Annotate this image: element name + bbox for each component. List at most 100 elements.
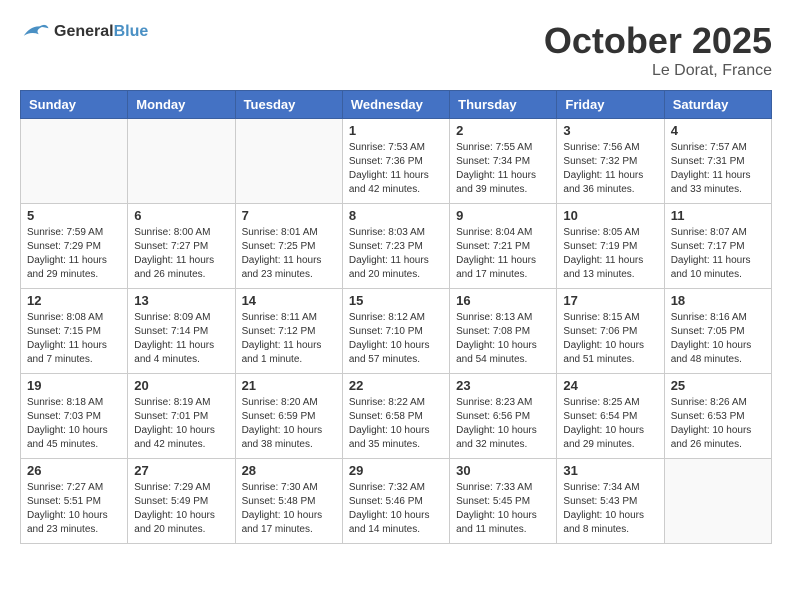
day-number: 6 — [134, 208, 228, 223]
logo: GeneralBlue — [20, 20, 148, 44]
day-number: 31 — [563, 463, 657, 478]
logo-text: GeneralBlue — [54, 23, 148, 41]
day-of-week-tuesday: Tuesday — [235, 91, 342, 119]
day-number: 27 — [134, 463, 228, 478]
calendar-cell: 9 Sunrise: 8:04 AMSunset: 7:21 PMDaylight… — [450, 204, 557, 289]
calendar-cell: 28Sunrise: 7:30 AMSunset: 5:48 PMDayligh… — [235, 459, 342, 544]
calendar-cell — [21, 119, 128, 204]
day-number: 4 — [671, 123, 765, 138]
calendar-table: SundayMondayTuesdayWednesdayThursdayFrid… — [20, 90, 772, 544]
day-info: Sunrise: 8:20 AMSunset: 6:59 PMDaylight:… — [242, 396, 336, 452]
calendar-cell: 27 Sunrise: 7:29 AMSunset: 5:49 PMDayligh… — [128, 459, 235, 544]
day-number: 18 — [671, 293, 765, 308]
day-number: 22 — [349, 378, 443, 393]
day-of-week-thursday: Thursday — [450, 91, 557, 119]
day-info: Sunrise: 7:55 AMSunset: 7:34 PMDaylight:… — [456, 141, 550, 197]
logo-icon — [20, 20, 50, 44]
day-info: Sunrise: 7:30 AMSunset: 5:48 PMDaylight:… — [242, 481, 336, 537]
day-info: Sunrise: 8:15 AMSunset: 7:06 PMDaylight:… — [563, 311, 657, 367]
location-title: Le Dorat, France — [544, 62, 772, 80]
day-info: Sunrise: 8:08 AMSunset: 7:15 PMDaylight:… — [27, 311, 121, 367]
calendar-cell: 8 Sunrise: 8:03 AMSunset: 7:23 PMDaylight… — [342, 204, 449, 289]
day-info: Sunrise: 8:23 AMSunset: 6:56 PMDaylight:… — [456, 396, 550, 452]
calendar-cell: 31 Sunrise: 7:34 AMSunset: 5:43 PMDayligh… — [557, 459, 664, 544]
day-number: 1 — [349, 123, 443, 138]
week-row-3: 12 Sunrise: 8:08 AMSunset: 7:15 PMDayligh… — [21, 289, 772, 374]
day-number: 21 — [242, 378, 336, 393]
day-of-week-sunday: Sunday — [21, 91, 128, 119]
calendar-cell: 30Sunrise: 7:33 AMSunset: 5:45 PMDayligh… — [450, 459, 557, 544]
calendar-cell: 16 Sunrise: 8:13 AMSunset: 7:08 PMDayligh… — [450, 289, 557, 374]
day-of-week-wednesday: Wednesday — [342, 91, 449, 119]
calendar-cell: 24 Sunrise: 8:25 AMSunset: 6:54 PMDayligh… — [557, 374, 664, 459]
day-number: 10 — [563, 208, 657, 223]
calendar-cell: 4 Sunrise: 7:57 AMSunset: 7:31 PMDaylight… — [664, 119, 771, 204]
day-info: Sunrise: 7:59 AMSunset: 7:29 PMDaylight:… — [27, 226, 121, 282]
calendar-cell: 17Sunrise: 8:15 AMSunset: 7:06 PMDayligh… — [557, 289, 664, 374]
day-number: 23 — [456, 378, 550, 393]
day-info: Sunrise: 8:04 AMSunset: 7:21 PMDaylight:… — [456, 226, 550, 282]
day-number: 24 — [563, 378, 657, 393]
day-info: Sunrise: 8:13 AMSunset: 7:08 PMDaylight:… — [456, 311, 550, 367]
day-info: Sunrise: 8:01 AMSunset: 7:25 PMDaylight:… — [242, 226, 336, 282]
day-number: 20 — [134, 378, 228, 393]
day-info: Sunrise: 8:03 AMSunset: 7:23 PMDaylight:… — [349, 226, 443, 282]
week-row-4: 19Sunrise: 8:18 AMSunset: 7:03 PMDayligh… — [21, 374, 772, 459]
day-number: 16 — [456, 293, 550, 308]
day-info: Sunrise: 8:26 AMSunset: 6:53 PMDaylight:… — [671, 396, 765, 452]
title-area: October 2025 Le Dorat, France — [544, 20, 772, 80]
day-of-week-friday: Friday — [557, 91, 664, 119]
calendar-cell: 23 Sunrise: 8:23 AMSunset: 6:56 PMDayligh… — [450, 374, 557, 459]
day-info: Sunrise: 7:57 AMSunset: 7:31 PMDaylight:… — [671, 141, 765, 197]
day-number: 2 — [456, 123, 550, 138]
day-info: Sunrise: 7:32 AMSunset: 5:46 PMDaylight:… — [349, 481, 443, 537]
calendar-cell: 20 Sunrise: 8:19 AMSunset: 7:01 PMDayligh… — [128, 374, 235, 459]
calendar-cell: 6Sunrise: 8:00 AMSunset: 7:27 PMDaylight… — [128, 204, 235, 289]
day-number: 19 — [27, 378, 121, 393]
calendar-cell: 25 Sunrise: 8:26 AMSunset: 6:53 PMDayligh… — [664, 374, 771, 459]
calendar-cell: 18 Sunrise: 8:16 AMSunset: 7:05 PMDayligh… — [664, 289, 771, 374]
day-info: Sunrise: 8:11 AMSunset: 7:12 PMDaylight:… — [242, 311, 336, 367]
day-number: 30 — [456, 463, 550, 478]
day-number: 11 — [671, 208, 765, 223]
day-number: 25 — [671, 378, 765, 393]
day-info: Sunrise: 8:19 AMSunset: 7:01 PMDaylight:… — [134, 396, 228, 452]
day-number: 14 — [242, 293, 336, 308]
month-title: October 2025 — [544, 20, 772, 62]
day-info: Sunrise: 8:16 AMSunset: 7:05 PMDaylight:… — [671, 311, 765, 367]
day-of-week-monday: Monday — [128, 91, 235, 119]
logo-general: General — [54, 23, 114, 40]
week-row-2: 5 Sunrise: 7:59 AMSunset: 7:29 PMDaylight… — [21, 204, 772, 289]
calendar-cell: 3Sunrise: 7:56 AMSunset: 7:32 PMDaylight… — [557, 119, 664, 204]
day-number: 9 — [456, 208, 550, 223]
calendar-cell: 19Sunrise: 8:18 AMSunset: 7:03 PMDayligh… — [21, 374, 128, 459]
day-info: Sunrise: 8:25 AMSunset: 6:54 PMDaylight:… — [563, 396, 657, 452]
calendar-cell: 13Sunrise: 8:09 AMSunset: 7:14 PMDayligh… — [128, 289, 235, 374]
calendar-cell: 26Sunrise: 7:27 AMSunset: 5:51 PMDayligh… — [21, 459, 128, 544]
day-number: 12 — [27, 293, 121, 308]
day-number: 15 — [349, 293, 443, 308]
day-number: 29 — [349, 463, 443, 478]
logo-blue: Blue — [114, 23, 149, 40]
week-row-5: 26Sunrise: 7:27 AMSunset: 5:51 PMDayligh… — [21, 459, 772, 544]
calendar-cell: 11 Sunrise: 8:07 AMSunset: 7:17 PMDayligh… — [664, 204, 771, 289]
day-info: Sunrise: 7:34 AMSunset: 5:43 PMDaylight:… — [563, 481, 657, 537]
calendar-header-row: SundayMondayTuesdayWednesdayThursdayFrid… — [21, 91, 772, 119]
day-number: 26 — [27, 463, 121, 478]
day-number: 8 — [349, 208, 443, 223]
calendar-cell: 22 Sunrise: 8:22 AMSunset: 6:58 PMDayligh… — [342, 374, 449, 459]
day-number: 7 — [242, 208, 336, 223]
calendar-cell: 14 Sunrise: 8:11 AMSunset: 7:12 PMDayligh… — [235, 289, 342, 374]
day-info: Sunrise: 7:29 AMSunset: 5:49 PMDaylight:… — [134, 481, 228, 537]
calendar-cell: 10Sunrise: 8:05 AMSunset: 7:19 PMDayligh… — [557, 204, 664, 289]
calendar-cell: 2 Sunrise: 7:55 AMSunset: 7:34 PMDaylight… — [450, 119, 557, 204]
day-info: Sunrise: 8:22 AMSunset: 6:58 PMDaylight:… — [349, 396, 443, 452]
day-info: Sunrise: 8:09 AMSunset: 7:14 PMDaylight:… — [134, 311, 228, 367]
calendar-cell: 5 Sunrise: 7:59 AMSunset: 7:29 PMDaylight… — [21, 204, 128, 289]
day-info: Sunrise: 8:07 AMSunset: 7:17 PMDaylight:… — [671, 226, 765, 282]
week-row-1: 1Sunrise: 7:53 AMSunset: 7:36 PMDaylight… — [21, 119, 772, 204]
calendar-cell: 29 Sunrise: 7:32 AMSunset: 5:46 PMDayligh… — [342, 459, 449, 544]
day-info: Sunrise: 8:12 AMSunset: 7:10 PMDaylight:… — [349, 311, 443, 367]
calendar-cell: 7 Sunrise: 8:01 AMSunset: 7:25 PMDaylight… — [235, 204, 342, 289]
day-number: 5 — [27, 208, 121, 223]
